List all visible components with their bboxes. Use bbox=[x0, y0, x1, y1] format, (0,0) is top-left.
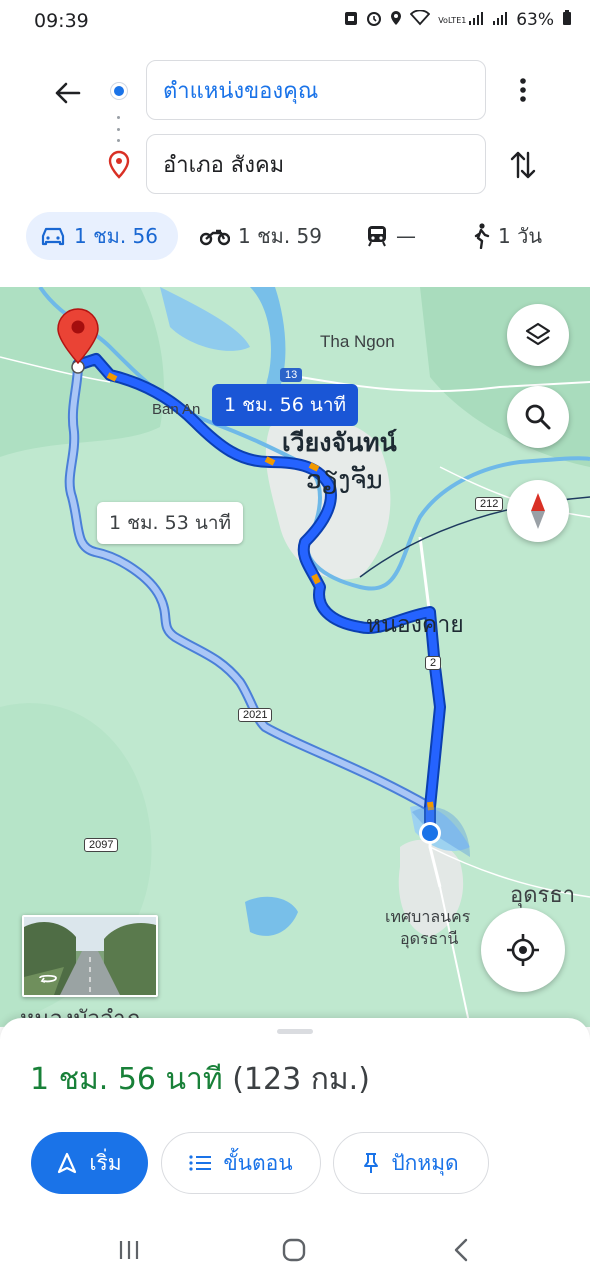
map-label-udon: อุดรธา bbox=[510, 882, 576, 907]
recents-icon bbox=[119, 1241, 139, 1259]
steps-button[interactable]: ขั้นตอน bbox=[161, 1132, 321, 1194]
swap-button[interactable] bbox=[503, 143, 543, 187]
route-shield-2: 2 bbox=[425, 656, 442, 670]
mode-transit-label: — bbox=[396, 224, 416, 248]
more-vert-icon bbox=[520, 78, 526, 102]
pin-button[interactable]: ปักหมุด bbox=[333, 1132, 489, 1194]
destination-pin-icon bbox=[107, 150, 131, 180]
search-icon bbox=[525, 404, 551, 430]
map-label-vientiane-sub: ວຽງຈັນ bbox=[306, 466, 383, 494]
home-button[interactable] bbox=[274, 1230, 314, 1270]
location-icon bbox=[390, 10, 402, 30]
signal-icon bbox=[468, 10, 484, 30]
mode-drive-label: 1 ชม. 56 bbox=[74, 224, 159, 248]
tray-icon bbox=[344, 10, 358, 30]
pin-icon bbox=[364, 1153, 379, 1173]
mode-walk-label: 1 วัน bbox=[498, 224, 542, 248]
destination-field[interactable]: อำเภอ สังคม bbox=[146, 134, 486, 194]
list-icon bbox=[189, 1155, 212, 1171]
my-location-icon bbox=[507, 934, 539, 966]
directions-panel: ตำแหน่งของคุณ อำเภอ สังคม 1 ชม. 56 1 ชม.… bbox=[0, 44, 590, 287]
sheet-drag-handle[interactable] bbox=[277, 1029, 313, 1034]
origin-field[interactable]: ตำแหน่งของคุณ bbox=[146, 60, 486, 120]
car-icon bbox=[41, 227, 65, 246]
recents-button[interactable] bbox=[109, 1230, 149, 1270]
origin-dot-icon bbox=[111, 83, 127, 99]
my-location-button[interactable] bbox=[481, 908, 565, 992]
travel-modes: 1 ชม. 56 1 ชม. 59 — 1 วัน bbox=[0, 212, 590, 264]
route-duration: 1 ชม. 56 นาที bbox=[30, 1062, 223, 1097]
compass-icon bbox=[531, 493, 545, 529]
back-nav-button[interactable] bbox=[441, 1230, 481, 1270]
battery-icon bbox=[562, 10, 572, 30]
wifi-icon bbox=[409, 9, 431, 30]
more-options-button[interactable] bbox=[505, 70, 541, 110]
start-button[interactable]: เริ่ม bbox=[31, 1132, 148, 1194]
walk-icon bbox=[474, 223, 490, 249]
mode-drive[interactable]: 1 ชม. 56 bbox=[26, 212, 178, 260]
layers-icon bbox=[525, 322, 551, 346]
motorcycle-icon bbox=[200, 229, 230, 246]
system-nav-bar bbox=[0, 1218, 590, 1280]
route-shield-2097: 2097 bbox=[84, 838, 119, 852]
map-view[interactable]: Tha Ngon Ban An เวียงจันทน์ ວຽງຈັນ หนองค… bbox=[0, 287, 590, 1027]
mode-motorcycle-label: 1 ชม. 59 bbox=[238, 224, 323, 248]
steps-button-label: ขั้นตอน bbox=[223, 1150, 293, 1175]
alarm-icon bbox=[366, 10, 382, 30]
status-bar: 09:39 VoLTE1 63% bbox=[0, 0, 590, 44]
navigation-arrow-icon bbox=[58, 1152, 77, 1174]
route-summary: 1 ชม. 56 นาที (123 กม.) bbox=[30, 1056, 370, 1103]
route-shield-13: 13 bbox=[280, 368, 303, 382]
mode-motorcycle[interactable]: 1 ชม. 59 bbox=[186, 212, 336, 260]
map-label-nong-khai: หนองคาย bbox=[366, 611, 464, 637]
mode-transit[interactable]: — bbox=[352, 212, 430, 260]
signal-icon bbox=[492, 10, 508, 30]
route-distance: (123 กม.) bbox=[232, 1062, 370, 1097]
mode-walk[interactable]: 1 วัน bbox=[458, 212, 556, 260]
connector-dots-icon bbox=[117, 116, 121, 142]
compass-button[interactable] bbox=[507, 480, 569, 542]
route-alt-label[interactable]: 1 ชม. 53 นาที bbox=[97, 502, 244, 544]
home-icon bbox=[282, 1238, 306, 1262]
pin-button-label: ปักหมุด bbox=[391, 1150, 459, 1175]
transit-icon bbox=[368, 226, 386, 247]
back-icon bbox=[454, 1238, 468, 1262]
status-time: 09:39 bbox=[34, 10, 89, 32]
map-label-tha-ngon: Tha Ngon bbox=[320, 332, 395, 351]
battery-level: 63% bbox=[516, 10, 554, 30]
map-label-vientiane: เวียงจันทน์ bbox=[282, 429, 397, 457]
layers-button[interactable] bbox=[507, 304, 569, 366]
back-button[interactable] bbox=[46, 72, 88, 114]
street-view-thumbnail[interactable] bbox=[22, 915, 158, 997]
route-primary-label[interactable]: 1 ชม. 56 นาที bbox=[212, 384, 359, 426]
swap-vert-icon bbox=[510, 151, 536, 179]
lte-label: VoLTE1 bbox=[438, 15, 467, 25]
start-button-label: เริ่ม bbox=[89, 1150, 122, 1175]
search-button[interactable] bbox=[507, 386, 569, 448]
arrow-left-icon bbox=[55, 82, 81, 104]
map-label-ban-an: Ban An bbox=[152, 401, 201, 418]
route-shield-2021: 2021 bbox=[238, 708, 273, 722]
rotate-360-icon bbox=[39, 974, 57, 983]
status-icons: VoLTE1 63% bbox=[344, 9, 572, 30]
map-label-udon-muni-2: อุดรธานี bbox=[400, 931, 459, 948]
route-shield-212: 212 bbox=[475, 497, 504, 511]
